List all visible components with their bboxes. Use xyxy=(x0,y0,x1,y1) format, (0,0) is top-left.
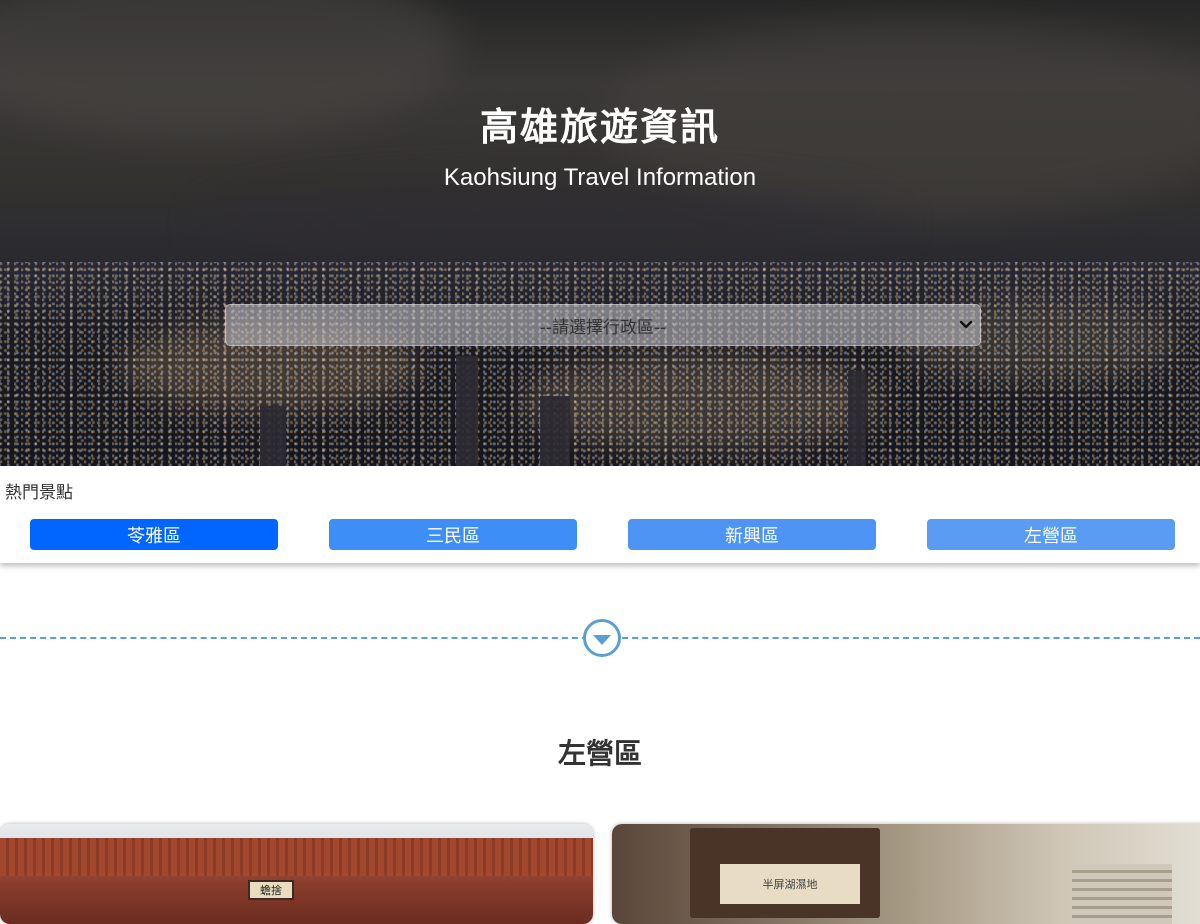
chevron-down-icon xyxy=(959,320,973,329)
hot-spot-button-label: 苓雅區 xyxy=(127,525,181,547)
district-title: 左營區 xyxy=(557,737,642,770)
hot-spot-button-label: 新興區 xyxy=(725,525,779,547)
card-photo-sign-panel: 半屏湖濕地 xyxy=(720,864,860,904)
hot-spot-button-label: 三民區 xyxy=(426,525,480,547)
hero-light-glow xyxy=(520,352,880,452)
scroll-down-button[interactable] xyxy=(583,619,621,657)
hero-building xyxy=(456,356,478,466)
hero-banner: 高雄旅遊資訊 Kaohsiung Travel Information --請選… xyxy=(0,0,1200,466)
hot-spot-button-lingya[interactable]: 苓雅區 xyxy=(30,519,278,550)
caret-down-icon xyxy=(593,634,611,645)
hot-spot-button-zuoying[interactable]: 左營區 xyxy=(927,519,1175,550)
attraction-card[interactable]: 半屏湖濕地 xyxy=(612,824,1200,924)
district-select[interactable]: --請選擇行政區-- xyxy=(225,304,981,346)
card-photo-roof xyxy=(0,838,593,876)
hot-spot-button-label: 左營區 xyxy=(1024,525,1078,547)
hero-cloud xyxy=(200,180,900,270)
hero-city-lights xyxy=(0,262,1200,466)
hot-spot-button-xinxing[interactable]: 新興區 xyxy=(628,519,876,550)
hero-building xyxy=(260,406,286,466)
page-subtitle: Kaohsiung Travel Information xyxy=(443,164,757,191)
card-photo-plaque: 蟾捨 xyxy=(248,880,294,900)
hero-building xyxy=(848,371,866,466)
attraction-card[interactable]: 蟾捨 xyxy=(0,824,593,924)
page-title: 高雄旅遊資訊 xyxy=(479,105,720,149)
sign-text: 半屏湖濕地 xyxy=(762,878,818,891)
hero-building xyxy=(540,396,570,466)
hot-spots-label: 熱門景點 xyxy=(5,483,73,503)
plaque-text: 蟾捨 xyxy=(260,884,282,897)
hot-spot-button-sanmin[interactable]: 三民區 xyxy=(329,519,577,550)
hot-spots-panel: 熱門景點 苓雅區 三民區 新興區 左營區 xyxy=(0,466,1200,563)
district-select-value: --請選擇行政區-- xyxy=(539,317,667,338)
card-photo-stairs xyxy=(1072,864,1172,924)
